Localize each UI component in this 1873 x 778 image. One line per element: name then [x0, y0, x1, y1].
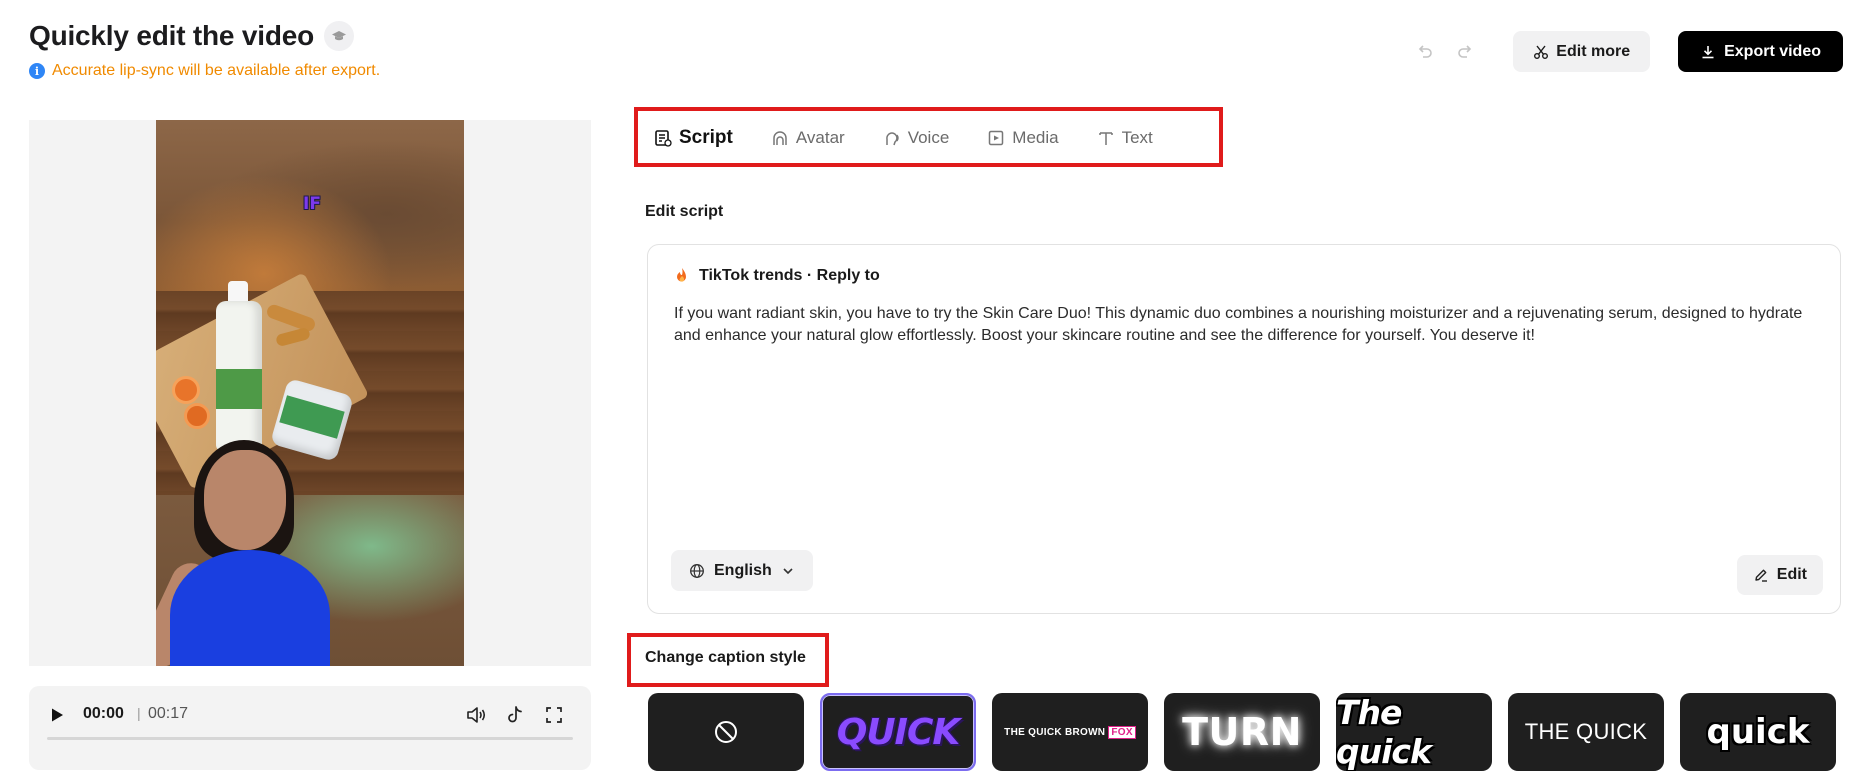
bottle-label — [216, 369, 262, 409]
edit-more-button[interactable]: Edit more — [1513, 31, 1651, 72]
pencil-icon — [1755, 569, 1767, 582]
video-preview[interactable]: IF — [29, 120, 591, 666]
language-selector[interactable]: English — [671, 550, 813, 591]
export-video-button[interactable]: Export video — [1678, 31, 1843, 72]
language-label: English — [714, 561, 772, 579]
orange-slice — [184, 403, 210, 429]
tutorial-badge[interactable] — [324, 21, 355, 51]
tab-label: Text — [1121, 128, 1153, 147]
orange-slice — [172, 376, 200, 404]
caption-style-fox[interactable]: THE QUICK BROWN FOX — [992, 693, 1148, 771]
no-caption-icon — [715, 721, 737, 743]
script-source: TikTok trends · Reply to — [674, 267, 880, 285]
caption-style-italic[interactable]: The quick — [1336, 693, 1492, 771]
lip-sync-notice: i Accurate lip-sync will be available af… — [29, 62, 380, 80]
caption-style-preview: TURN — [1182, 710, 1302, 754]
edit-script-button[interactable]: Edit — [1736, 555, 1823, 595]
caption-style-plain[interactable]: THE QUICK — [1508, 693, 1664, 771]
tab-label: Voice — [907, 128, 950, 147]
redo-icon — [1458, 44, 1472, 58]
volume-button[interactable] — [463, 702, 489, 728]
tab-media[interactable]: Media — [968, 123, 1077, 153]
current-time: 00:00 — [83, 705, 124, 722]
script-body[interactable]: If you want radiant skin, you have to tr… — [674, 303, 1814, 347]
caption-style-glow[interactable]: TURN — [1164, 693, 1320, 771]
top-actions: Edit more Export video — [1405, 31, 1843, 72]
edit-label: Edit — [1776, 566, 1807, 583]
time-separator: | — [137, 705, 141, 721]
caption-overlay: IF — [303, 194, 321, 214]
script-card: TikTok trends · Reply to If you want rad… — [647, 244, 1841, 614]
notice-text: Accurate lip-sync will be available afte… — [52, 62, 381, 79]
caption-style-preview: QUICK — [836, 711, 961, 753]
script-icon — [655, 130, 672, 147]
caption-preview-highlight: FOX — [1108, 725, 1136, 739]
info-icon: i — [29, 63, 45, 79]
play-button[interactable] — [45, 703, 69, 727]
video-player-controls: 00:00 | 00:17 — [29, 686, 591, 770]
tiktok-icon — [508, 706, 522, 723]
tab-label: Media — [1012, 128, 1059, 147]
globe-icon — [690, 563, 704, 578]
text-icon — [1098, 132, 1113, 145]
download-icon — [1702, 45, 1714, 58]
tab-avatar[interactable]: Avatar — [752, 123, 864, 153]
page-header: Quickly edit the video — [29, 20, 355, 52]
play-icon — [52, 708, 63, 722]
undo-button[interactable] — [1405, 32, 1445, 72]
tab-script[interactable]: Script — [648, 123, 752, 153]
scissors-icon — [1534, 45, 1549, 59]
volume-icon — [467, 707, 486, 723]
tab-voice[interactable]: Voice — [864, 123, 969, 153]
tab-text[interactable]: Text — [1078, 123, 1172, 153]
media-icon — [989, 130, 1004, 146]
edit-script-heading: Edit script — [645, 203, 724, 220]
caption-style-preview: THE QUICK — [1524, 719, 1648, 744]
redo-button[interactable] — [1445, 32, 1485, 72]
progress-track[interactable] — [47, 737, 573, 740]
caption-style-preview: THE QUICK BROWN FOX — [1004, 725, 1136, 739]
fullscreen-icon — [546, 707, 562, 723]
caption-preview-text: THE QUICK BROWN — [1004, 726, 1106, 738]
script-source-label: TikTok trends · Reply to — [699, 267, 880, 284]
caption-style-lowercase[interactable]: quick — [1680, 693, 1836, 771]
chevron-down-icon — [783, 567, 793, 574]
editor-tabs: Script Avatar Voice Media Text — [648, 123, 1172, 153]
caption-style-preview: quick — [1706, 712, 1810, 752]
voice-icon — [885, 132, 899, 146]
avatar-face — [204, 450, 286, 550]
page-title: Quickly edit the video — [29, 20, 315, 51]
fullscreen-button[interactable] — [541, 702, 567, 728]
avatar-icon — [773, 131, 787, 145]
caption-style-purple[interactable]: QUICK — [820, 693, 976, 771]
tab-label: Script — [679, 127, 733, 148]
tiktok-button[interactable] — [502, 702, 528, 728]
edit-more-label: Edit more — [1556, 42, 1631, 60]
graduation-cap-icon — [332, 31, 347, 41]
video-frame: IF — [156, 120, 464, 666]
caption-style-list: QUICK THE QUICK BROWN FOX TURN The quick… — [648, 693, 1836, 771]
caption-style-none[interactable] — [648, 693, 804, 771]
undo-icon — [1419, 44, 1433, 58]
tab-label: Avatar — [795, 128, 845, 147]
export-label: Export video — [1724, 42, 1821, 60]
total-time: 00:17 — [148, 705, 189, 722]
fire-icon — [677, 268, 686, 282]
editor-tabs-highlight: Script Avatar Voice Media Text — [634, 107, 1223, 167]
caption-style-preview: The quick — [1336, 693, 1432, 771]
caption-style-heading: Change caption style — [645, 649, 806, 666]
